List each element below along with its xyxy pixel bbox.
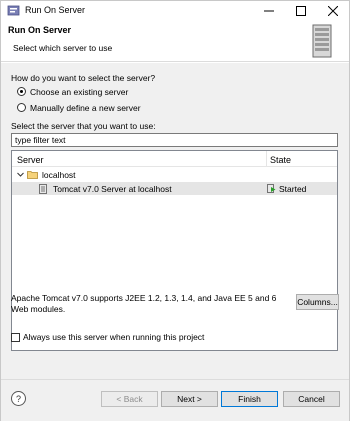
close-icon <box>328 5 338 16</box>
window-title: Run On Server <box>25 5 86 15</box>
columns-button[interactable]: Columns... <box>296 294 339 310</box>
minimize-button[interactable] <box>253 1 285 20</box>
server-description: Apache Tomcat v7.0 supports J2EE 1.2, 1.… <box>11 293 277 314</box>
tree-header: Server State <box>12 151 337 167</box>
radio-existing-label[interactable]: Choose an existing server <box>30 87 128 97</box>
next-button[interactable]: Next > <box>161 391 218 407</box>
server-state: Started <box>279 184 307 194</box>
dialog-window: Run On Server Run On Server Select which… <box>0 0 350 421</box>
tree-node-label: Tomcat v7.0 Server at localhost <box>53 184 172 194</box>
wizard-banner: Run On Server Select which server to use <box>1 20 349 62</box>
server-icon <box>39 184 47 194</box>
selection-question: How do you want to select the server? <box>11 73 156 83</box>
help-icon: ? <box>15 393 21 404</box>
minimize-icon <box>264 10 274 11</box>
always-use-checkbox[interactable] <box>11 333 20 342</box>
maximize-button[interactable] <box>285 1 317 20</box>
folder-icon <box>27 171 38 179</box>
tree-node-localhost[interactable]: localhost <box>12 168 337 181</box>
banner-title: Run On Server <box>8 25 72 35</box>
filter-label: Select the server that you want to use: <box>11 121 156 131</box>
banner-subtitle: Select which server to use <box>13 43 113 53</box>
column-header-state[interactable]: State <box>270 155 291 165</box>
radio-manual-label[interactable]: Manually define a new server <box>30 103 141 113</box>
column-header-server[interactable]: Server <box>17 155 44 165</box>
tree-node-tomcat-server[interactable]: Tomcat v7.0 Server at localhost Started <box>12 182 337 195</box>
wizard-content: How do you want to select the server? Ch… <box>1 63 349 379</box>
started-icon <box>267 184 276 193</box>
radio-existing-server[interactable] <box>17 87 26 96</box>
close-button[interactable] <box>317 1 349 20</box>
tree-node-label: localhost <box>42 170 76 180</box>
title-bar: Run On Server <box>1 1 349 20</box>
maximize-icon <box>296 5 306 16</box>
always-use-label[interactable]: Always use this server when running this… <box>23 332 204 342</box>
cancel-button[interactable]: Cancel <box>283 391 340 407</box>
help-button[interactable]: ? <box>11 391 26 406</box>
chevron-down-icon[interactable] <box>17 171 24 178</box>
server-tree[interactable]: Server State localhost Tomcat v7.0 Serve… <box>11 150 338 351</box>
finish-button[interactable]: Finish <box>221 391 278 407</box>
column-divider <box>266 151 267 167</box>
filter-input[interactable] <box>11 133 338 147</box>
wizard-footer: ? < Back Next > Finish Cancel <box>1 379 349 421</box>
eclipse-app-icon <box>7 5 20 16</box>
radio-manual-server[interactable] <box>17 103 26 112</box>
back-button[interactable]: < Back <box>101 391 158 407</box>
server-wizard-icon <box>312 24 332 58</box>
